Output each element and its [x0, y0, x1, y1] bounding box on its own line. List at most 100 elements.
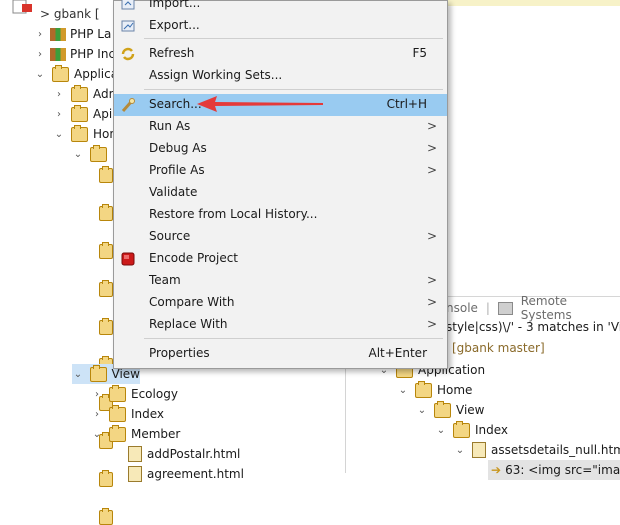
result-label: View	[456, 403, 485, 417]
result-label: assetsdetails_null.html	[491, 443, 620, 457]
menu-separator	[144, 38, 443, 39]
chevron-down-icon[interactable]: ⌄	[397, 385, 409, 396]
menu-item-import[interactable]: Import...	[114, 0, 447, 15]
chevron-down-icon[interactable]: ⌄	[34, 69, 46, 80]
tree-item-file[interactable]: agreement.html	[122, 464, 244, 484]
result-match-line[interactable]: ➔ 63: <img src="ima	[488, 460, 620, 480]
tree-item-php-include[interactable]: › PHP Inc	[34, 44, 115, 64]
folder-icon	[109, 404, 126, 422]
menu-item-export[interactable]: Export...	[114, 15, 447, 37]
chevron-down-icon[interactable]: ⌄	[91, 429, 103, 440]
folder-icon	[99, 470, 113, 487]
result-index[interactable]: ⌄ Index	[435, 420, 508, 440]
folder-icon	[99, 280, 113, 297]
tree-label: Index	[131, 407, 165, 421]
repo-label: [gbank master]	[452, 341, 545, 355]
view-tabs: nsole | Remote Systems	[446, 294, 620, 322]
folder-icon	[90, 144, 107, 162]
result-file[interactable]: ⌄ assetsdetails_null.html	[454, 440, 620, 460]
tab-remote-systems[interactable]: Remote Systems	[521, 294, 620, 322]
tree-item-api[interactable]: › Api	[53, 104, 112, 124]
tab-console[interactable]: nsole	[446, 301, 478, 315]
chevron-down-icon[interactable]: ⌄	[53, 129, 65, 140]
menu-item-profile-as[interactable]: Profile As >	[114, 160, 447, 182]
folder-icon	[415, 380, 432, 398]
chevron-down-icon[interactable]: ⌄	[435, 425, 447, 436]
result-view[interactable]: ⌄ View	[416, 400, 484, 420]
import-icon	[120, 0, 136, 12]
menu-item-refresh[interactable]: Refresh F5	[114, 43, 447, 65]
result-label: 63: <img src="ima	[505, 463, 620, 477]
tab-separator: |	[485, 301, 490, 315]
html-file-icon	[128, 466, 142, 482]
menu-item-replace-with[interactable]: Replace With >	[114, 314, 447, 336]
result-label: Home	[437, 383, 473, 397]
tree-item-php-language[interactable]: › PHP La	[34, 24, 111, 44]
submenu-arrow-icon: >	[426, 273, 437, 287]
folder-icon	[99, 242, 113, 259]
menu-separator	[144, 338, 443, 339]
chevron-right-icon[interactable]: ›	[53, 89, 65, 100]
folder-icon	[71, 84, 88, 102]
tree-item-home[interactable]: ⌄ Hon	[53, 124, 117, 144]
tree-item-home-child[interactable]: ⌄	[72, 144, 112, 164]
encode-icon	[120, 251, 136, 267]
menu-item-encode-project[interactable]: Encode Project	[114, 248, 447, 270]
menu-item-restore-local-history[interactable]: Restore from Local History...	[114, 204, 447, 226]
tree-item-file[interactable]: addPostalr.html	[122, 444, 240, 464]
menu-item-source[interactable]: Source >	[114, 226, 447, 248]
result-label: Index	[475, 423, 509, 437]
tree-label: Api	[93, 107, 113, 121]
folder-icon	[99, 204, 113, 221]
folder-icon	[71, 124, 88, 142]
chevron-right-icon[interactable]: ›	[34, 49, 46, 60]
chevron-right-icon[interactable]: ›	[91, 409, 103, 420]
tree-label: Ecology	[131, 387, 178, 401]
chevron-down-icon[interactable]: ⌄	[454, 445, 466, 456]
folder-icon	[99, 318, 113, 335]
submenu-arrow-icon: >	[426, 295, 437, 309]
menu-item-assign-working-sets[interactable]: Assign Working Sets...	[114, 65, 447, 87]
menu-item-compare-with[interactable]: Compare With >	[114, 292, 447, 314]
submenu-arrow-icon: >	[426, 141, 437, 155]
context-menu: Import... Export... Refresh F5 Assign Wo…	[113, 0, 448, 369]
export-icon	[120, 18, 136, 34]
submenu-arrow-icon: >	[426, 229, 437, 243]
annotation-arrow-icon	[197, 96, 323, 112]
folder-icon	[453, 420, 470, 438]
menu-item-validate[interactable]: Validate	[114, 182, 447, 204]
folder-icon	[89, 364, 107, 382]
chevron-right-icon[interactable]: ›	[91, 389, 103, 400]
chevron-right-icon[interactable]: ›	[34, 29, 46, 40]
chevron-down-icon[interactable]: ⌄	[72, 369, 84, 380]
menu-item-debug-as[interactable]: Debug As >	[114, 138, 447, 160]
submenu-arrow-icon: >	[426, 119, 437, 133]
tree-item-ecology[interactable]: › Ecology	[91, 384, 178, 404]
menu-item-properties[interactable]: Properties Alt+Enter	[114, 343, 447, 365]
chevron-down-icon[interactable]: ⌄	[416, 405, 428, 416]
search-summary: style|css)\/' - 3 matches in 'Vie	[446, 320, 620, 334]
refresh-icon	[120, 46, 136, 62]
tree-label: PHP Inc	[70, 47, 116, 61]
folder-icon	[52, 64, 69, 82]
hidden-subfolders	[93, 164, 115, 525]
menu-item-run-as[interactable]: Run As >	[114, 116, 447, 138]
menu-item-team[interactable]: Team >	[114, 270, 447, 292]
tree-item-index[interactable]: › Index	[91, 404, 164, 424]
tree-label: Member	[131, 427, 181, 441]
tree-label: View	[111, 367, 140, 381]
submenu-arrow-icon: >	[426, 163, 437, 177]
folder-icon	[434, 400, 451, 418]
tree-item-gbank[interactable]: > gbank [	[40, 4, 100, 24]
tree-item-admin[interactable]: › Adm	[53, 84, 120, 104]
project-icon-top	[8, 0, 38, 24]
folder-icon	[99, 166, 113, 183]
library-icon	[50, 27, 66, 41]
tree-label: addPostalr.html	[147, 447, 241, 461]
result-home[interactable]: ⌄ Home	[397, 380, 472, 400]
chevron-right-icon[interactable]: ›	[53, 109, 65, 120]
match-arrow-icon: ➔	[491, 463, 502, 477]
chevron-down-icon[interactable]: ⌄	[72, 149, 84, 160]
tree-item-application[interactable]: ⌄ Applica	[34, 64, 118, 84]
tree-item-member[interactable]: ⌄ Member	[91, 424, 180, 444]
